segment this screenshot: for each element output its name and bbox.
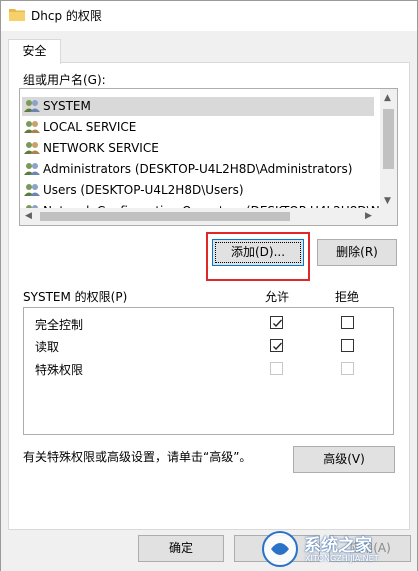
tab-security[interactable]: 安全	[8, 39, 61, 64]
allow-read-checkbox[interactable]	[270, 339, 283, 352]
watermark-logo: 系统之家 XITONGZHIJIA.NET	[258, 527, 418, 571]
deny-full-control-checkbox[interactable]	[341, 316, 354, 329]
scroll-up-icon[interactable]: ▲	[384, 94, 391, 103]
deny-header: 拒绝	[335, 290, 360, 304]
user-group-icon	[24, 183, 41, 196]
groups-label: 组或用户名(G):	[23, 73, 106, 87]
allow-special-checkbox	[270, 362, 283, 375]
advanced-hint: 有关特殊权限或高级设置，请单击“高级”。	[23, 450, 252, 464]
list-item-label: Users (DESKTOP-U4L2H8D\Users)	[43, 183, 244, 197]
window-title: Dhcp 的权限	[31, 9, 102, 23]
permissions-label: SYSTEM 的权限(P)	[23, 290, 128, 304]
deny-read-checkbox[interactable]	[341, 339, 354, 352]
allow-full-control-checkbox[interactable]	[270, 316, 283, 329]
permissions-dialog: Dhcp 的权限 安全 组或用户名(G): SYSTEM LOCAL SERVI…	[0, 0, 418, 571]
permission-label-special: 特殊权限	[35, 363, 84, 377]
scroll-down-icon[interactable]: ▼	[384, 197, 391, 206]
user-group-icon	[24, 141, 41, 154]
ok-button[interactable]: 确定	[138, 535, 224, 562]
list-item[interactable]: LOCAL SERVICE	[24, 118, 136, 137]
user-group-icon	[24, 162, 41, 175]
list-item-label: Administrators (DESKTOP-U4L2H8D\Administ…	[43, 162, 353, 176]
user-group-icon	[24, 99, 41, 112]
user-group-icon	[24, 120, 41, 133]
scroll-left-icon[interactable]: ◀	[25, 212, 32, 221]
list-item-label: NETWORK SERVICE	[43, 141, 159, 155]
list-item[interactable]: NETWORK SERVICE	[24, 139, 159, 158]
add-button[interactable]: 添加(D)...	[212, 239, 304, 266]
horizontal-scroll-thumb[interactable]	[40, 212, 290, 221]
list-item[interactable]: Users (DESKTOP-U4L2H8D\Users)	[24, 181, 244, 200]
list-item[interactable]: Administrators (DESKTOP-U4L2H8D\Administ…	[24, 160, 352, 179]
deny-special-checkbox	[341, 362, 354, 375]
permission-label-read: 读取	[35, 340, 60, 354]
allow-header: 允许	[265, 290, 290, 304]
vertical-scrollbar[interactable]: ▲ ▼	[380, 89, 397, 210]
remove-button[interactable]: 删除(R)	[317, 239, 397, 266]
scroll-right-icon[interactable]: ▶	[365, 212, 372, 221]
title-bar: Dhcp 的权限	[1, 1, 417, 31]
watermark-text: 系统之家	[304, 536, 372, 556]
list-item[interactable]: SYSTEM	[22, 97, 374, 116]
horizontal-scrollbar[interactable]: ◀ ▶	[20, 208, 397, 225]
list-item-label: SYSTEM	[43, 99, 91, 113]
vertical-scroll-thumb[interactable]	[383, 109, 394, 169]
advanced-button[interactable]: 高级(V)	[293, 446, 395, 473]
permission-label-full-control: 完全控制	[35, 318, 84, 332]
watermark-url: XITONGZHIJIA.NET	[305, 554, 379, 563]
groups-listbox[interactable]: SYSTEM LOCAL SERVICE NETWORK SERVICE Adm…	[19, 88, 398, 226]
list-item-label: LOCAL SERVICE	[43, 120, 137, 134]
folder-icon	[9, 8, 25, 21]
